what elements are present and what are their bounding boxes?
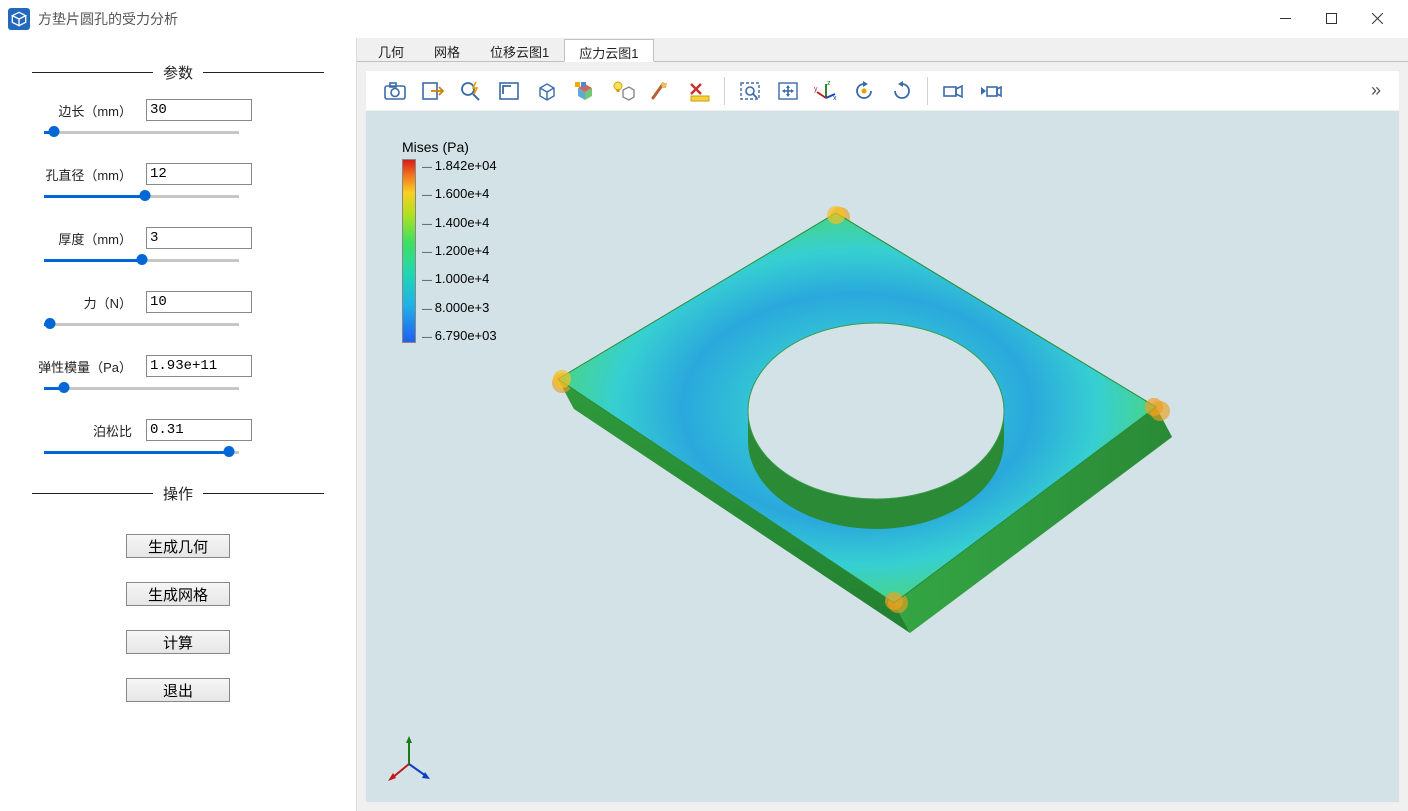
params-header: 参数 [32,62,324,83]
tabbar: 几何网格位移云图1应力云图1 [357,38,1408,62]
param-input[interactable] [146,227,252,249]
params-title: 参数 [153,62,203,83]
sidebar: 参数 边长（mm） 孔直径（mm） 厚度（mm） 力（N） 弹性模量（Pa） 泊松比 操作… [0,38,356,811]
param-label: 厚度（mm） [32,229,132,248]
toolbar-separator [724,77,725,105]
camera-icon[interactable] [378,75,412,107]
param-slider[interactable] [44,125,239,139]
param-row: 厚度（mm） [32,227,324,267]
param-input[interactable] [146,355,252,377]
action-button[interactable]: 计算 [126,630,230,654]
zoom-lightning-icon[interactable] [454,75,488,107]
actions-title: 操作 [153,483,203,504]
param-input[interactable] [146,99,252,121]
x-ruler-icon[interactable] [682,75,716,107]
axis-triad [384,734,434,784]
tab[interactable]: 应力云图1 [564,39,653,62]
camera-rewind-icon[interactable] [974,75,1008,107]
legend-title: Mises (Pa) [402,139,497,155]
svg-text:z: z [827,80,831,87]
legend-tick: 1.400e+4 [422,216,497,230]
toolbar-more-icon[interactable]: » [1371,80,1387,101]
legend-tick: 1.842e+04 [422,159,497,173]
lightbulb-cube-icon[interactable] [606,75,640,107]
param-row: 边长（mm） [32,99,324,139]
rotate-left-icon[interactable] [847,75,881,107]
action-button[interactable]: 退出 [126,678,230,702]
legend-tick: 1.600e+4 [422,187,497,201]
legend: Mises (Pa) 1.842e+04 1.600e+4 1.400e+4 1.20… [402,139,497,343]
param-label: 孔直径（mm） [32,165,132,184]
param-slider[interactable] [44,445,239,459]
viewport[interactable]: Mises (Pa) 1.842e+04 1.600e+4 1.400e+4 1.20… [366,111,1399,802]
app-icon [8,8,30,30]
param-row: 孔直径（mm） [32,163,324,203]
tab[interactable]: 网格 [419,38,475,61]
expand-arrows-icon[interactable] [771,75,805,107]
tab[interactable]: 位移云图1 [475,38,564,61]
svg-text:x: x [833,95,837,102]
window-title: 方垫片圆孔的受力分析 [38,9,178,29]
legend-ticks: 1.842e+04 1.600e+4 1.400e+4 1.200e+4 1.000e+… [422,159,497,343]
legend-tick: 8.000e+3 [422,301,497,315]
close-button[interactable] [1354,0,1400,38]
viewport-toolbar: z y x » [366,71,1399,111]
param-label: 弹性模量（Pa） [32,357,132,376]
param-label: 边长（mm） [32,101,132,120]
param-slider[interactable] [44,189,239,203]
cube-colors-icon[interactable] [568,75,602,107]
param-label: 力（N） [32,293,132,312]
window-controls [1262,0,1400,38]
legend-tick: 1.000e+4 [422,272,497,286]
fit-corner-icon[interactable] [492,75,526,107]
rotate-right-icon[interactable] [885,75,919,107]
param-slider[interactable] [44,381,239,395]
legend-colorbar [402,159,416,343]
axes-icon[interactable]: z y x [809,75,843,107]
legend-tick: 1.200e+4 [422,244,497,258]
action-button[interactable]: 生成几何 [126,534,230,558]
titlebar: 方垫片圆孔的受力分析 [0,0,1408,38]
box3d-icon[interactable] [530,75,564,107]
export-icon[interactable] [416,75,450,107]
main-area: 几何网格位移云图1应力云图1 z y x » Mises (Pa) 1.842e+04… [356,38,1408,811]
param-input[interactable] [146,163,252,185]
brush-icon[interactable] [644,75,678,107]
param-input[interactable] [146,291,252,313]
actions-header: 操作 [32,483,324,504]
param-row: 泊松比 [32,419,324,459]
legend-tick: 6.790e+03 [422,329,497,343]
param-slider[interactable] [44,253,239,267]
fea-model [516,171,1196,691]
param-label: 泊松比 [32,421,132,440]
minimize-button[interactable] [1262,0,1308,38]
maximize-button[interactable] [1308,0,1354,38]
param-input[interactable] [146,419,252,441]
param-row: 弹性模量（Pa） [32,355,324,395]
param-slider[interactable] [44,317,239,331]
tab[interactable]: 几何 [363,38,419,61]
param-row: 力（N） [32,291,324,331]
svg-text:y: y [814,86,818,93]
action-button[interactable]: 生成网格 [126,582,230,606]
camera-side-icon[interactable] [936,75,970,107]
toolbar-separator [927,77,928,105]
canvas-wrap: z y x » Mises (Pa) 1.842e+04 1.600e+4 1.400e+… [365,70,1400,803]
marquee-zoom-icon[interactable] [733,75,767,107]
